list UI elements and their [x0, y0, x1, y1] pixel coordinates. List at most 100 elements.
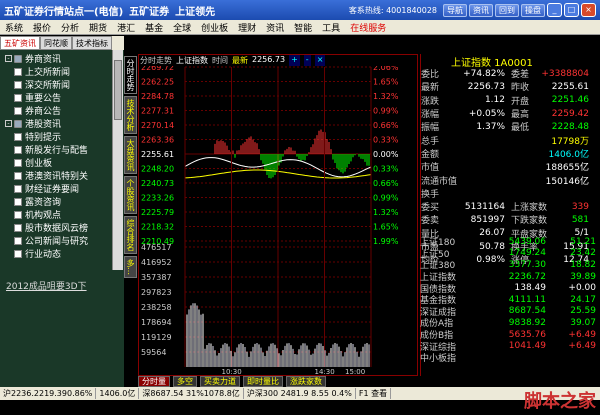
tree-item[interactable]: 机构观点: [0, 208, 124, 221]
index-row[interactable]: 成份B指 5635.76 +6.49: [420, 329, 600, 341]
indicator-tab[interactable]: 多空: [173, 376, 197, 387]
minimize-icon[interactable]: _: [547, 3, 562, 17]
menu-item[interactable]: 理财: [233, 21, 261, 34]
view-tab[interactable]: 大盘资讯: [124, 136, 137, 174]
quote-row: 振幅 1.37% 最低 2228.48: [421, 120, 600, 133]
index-row[interactable]: 成份A指 9838.92 39.07: [420, 317, 600, 329]
indicator-tab[interactable]: 即时量比: [243, 376, 283, 387]
zoom-in-button[interactable]: +: [289, 55, 300, 66]
trade-button[interactable]: 操盘: [521, 4, 545, 17]
tree-item[interactable]: 特别提示: [0, 130, 124, 143]
quote-value: 188655亿: [539, 160, 589, 173]
menu-item[interactable]: 基金: [140, 21, 168, 34]
index-row[interactable]: 国债指数 138.49 +0.00: [420, 282, 600, 294]
tree-item-label: 券商公告: [25, 104, 61, 117]
index-change: 39.89: [546, 272, 596, 282]
price-tick: 2218.32: [141, 223, 174, 232]
index-row[interactable]: 中小板指: [420, 352, 600, 364]
tree-item[interactable]: - 港股资讯: [0, 117, 124, 130]
tree-item[interactable]: 创业板: [0, 156, 124, 169]
tree-item[interactable]: 财经证券要闻: [0, 182, 124, 195]
price-tick: 2248.20: [141, 165, 174, 174]
document-icon: [14, 107, 22, 115]
menu-item[interactable]: 全球: [168, 21, 196, 34]
tree-item-label: 机构观点: [25, 208, 61, 221]
zoom-out-button[interactable]: -: [304, 55, 311, 66]
menu-item[interactable]: 创业板: [196, 21, 233, 34]
tree-item[interactable]: 港澳资讯特别关: [0, 169, 124, 182]
menu-item[interactable]: 工具: [317, 21, 345, 34]
tree-item[interactable]: 上交所新闻: [0, 65, 124, 78]
sidebar-tab[interactable]: 五矿资讯: [0, 36, 40, 50]
index-row[interactable]: 上证50 1749.24 23.42: [420, 248, 600, 260]
tree-item[interactable]: 券商公告: [0, 104, 124, 117]
tree-item-label: 特别提示: [25, 130, 61, 143]
chart-header: 分时走势 上证指数 时间 最新 2256.73 + - ×: [140, 55, 416, 66]
collapse-icon[interactable]: -: [5, 120, 12, 127]
indicator-tab[interactable]: 分时量: [138, 376, 170, 387]
promo-link[interactable]: 2012成品咀要3D下: [6, 279, 87, 292]
index-row[interactable]: 基金指数 4111.11 24.17: [420, 294, 600, 306]
index-change: +0.00: [546, 283, 596, 293]
index-row[interactable]: 深证成指 8687.54 25.59: [420, 306, 600, 318]
index-row[interactable]: 深证综指 1041.49 +6.49: [420, 340, 600, 352]
index-row[interactable]: 上证180 5439.06 51.21: [420, 236, 600, 248]
nav-button[interactable]: 导航: [443, 4, 467, 17]
menu-item[interactable]: 在线服务: [345, 21, 391, 34]
menu-item[interactable]: 资讯: [261, 21, 289, 34]
indicator-tab[interactable]: 涨跌家数: [286, 376, 326, 387]
index-change: 18.82: [546, 260, 596, 270]
collapse-icon[interactable]: -: [5, 55, 12, 62]
tree-item-label: 深交所新闻: [25, 78, 70, 91]
indicator-tab[interactable]: 买卖力道: [200, 376, 240, 387]
news-button[interactable]: 资讯: [469, 4, 493, 17]
tree-item[interactable]: - 券商资讯: [0, 52, 124, 65]
price-tick: 2225.79: [141, 208, 174, 217]
index-price: 9838.92: [480, 318, 546, 328]
index-row[interactable]: 上证指数 2236.72 39.89: [420, 271, 600, 283]
tree-item-label: 重要公告: [25, 91, 61, 104]
view-tab[interactable]: 综合排名: [124, 216, 137, 254]
menu-item[interactable]: 期货: [84, 21, 112, 34]
back-button[interactable]: 回到: [495, 4, 519, 17]
menu-item[interactable]: 报价: [28, 21, 56, 34]
quote-row: 换手: [421, 187, 600, 200]
sidebar-tab[interactable]: 技术指标: [72, 36, 112, 50]
close-chart-button[interactable]: ×: [315, 55, 326, 66]
tree-item[interactable]: 股市数据风云榜: [0, 221, 124, 234]
view-tab[interactable]: 分时走势: [124, 56, 137, 94]
menu-item[interactable]: 港汇: [112, 21, 140, 34]
tree-item[interactable]: 新股发行与配售: [0, 143, 124, 156]
tree-item[interactable]: 重要公告: [0, 91, 124, 104]
menu-item[interactable]: 智能: [289, 21, 317, 34]
view-tab[interactable]: 个股资讯: [124, 176, 137, 214]
index-price: 138.49: [480, 283, 546, 293]
index-price: 1041.49: [480, 341, 546, 351]
tree-item[interactable]: 露资咨询: [0, 195, 124, 208]
view-tab[interactable]: 技术分析: [124, 96, 137, 134]
quote-key: 最低: [505, 120, 539, 133]
intraday-chart[interactable]: 2269.72 2.06% 2262.25 1.65% 2284.78 1.32% 2277…: [138, 54, 418, 376]
menu-item[interactable]: 系统: [0, 21, 28, 34]
quote-key: 市值: [421, 160, 457, 173]
status-field: 沪深300 2481.9 8.55 0.4%: [244, 388, 356, 399]
document-icon: [14, 172, 22, 180]
sidebar-tab[interactable]: 同花顺: [40, 36, 72, 50]
view-tab[interactable]: 多…: [124, 256, 137, 278]
tree-item[interactable]: 行业动态: [0, 247, 124, 260]
index-change: +6.49: [546, 330, 596, 340]
maximize-icon[interactable]: □: [564, 3, 579, 17]
volume-tick: 297823: [141, 288, 172, 297]
price-tick: 2262.25: [141, 78, 174, 87]
tree-item-label: 公司新闻与研究: [25, 234, 88, 247]
index-change: 24.17: [546, 295, 596, 305]
close-icon[interactable]: ×: [581, 3, 596, 17]
menu-item[interactable]: 分析: [56, 21, 84, 34]
quote-row: 委比 +74.82% 委差 +3388804: [421, 67, 600, 80]
tree-item[interactable]: 公司新闻与研究: [0, 234, 124, 247]
scroll-thumb[interactable]: [114, 60, 122, 120]
index-row[interactable]: 上证380 3377.30 18.82: [420, 259, 600, 271]
pct-tick: 0.99%: [373, 107, 399, 116]
sidebar-scrollbar[interactable]: [112, 50, 123, 270]
tree-item[interactable]: 深交所新闻: [0, 78, 124, 91]
